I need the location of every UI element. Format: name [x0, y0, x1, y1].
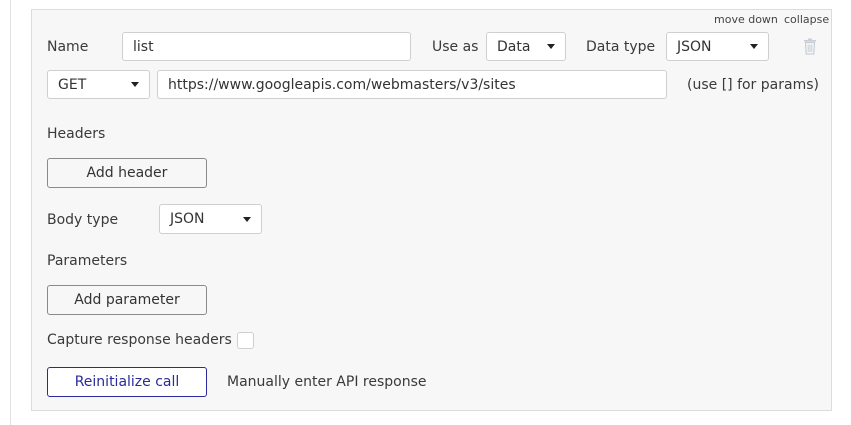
add-parameter-button[interactable]: Add parameter: [47, 285, 207, 315]
name-input-value: list: [133, 38, 154, 55]
reinitialize-call-label: Reinitialize call: [74, 374, 180, 390]
url-params-hint: (use [] for params): [687, 77, 819, 93]
use-as-value: Data: [497, 38, 531, 55]
add-header-label: Add header: [86, 165, 168, 181]
api-call-panel: move down collapse Name list Use as Data…: [31, 9, 832, 411]
method-value: GET: [58, 76, 87, 93]
chevron-down-icon: [243, 216, 251, 222]
body-type-select[interactable]: JSON: [159, 204, 262, 234]
data-type-label: Data type: [586, 39, 656, 55]
manual-response-link[interactable]: Manually enter API response: [227, 374, 426, 390]
capture-headers-checkbox[interactable]: [237, 332, 254, 349]
body-type-value: JSON: [170, 211, 205, 227]
chevron-down-icon: [131, 82, 139, 87]
url-input-value: https://www.googleapis.com/webmasters/v3…: [168, 76, 516, 93]
chevron-down-icon: [750, 44, 758, 49]
move-down-link[interactable]: move down: [714, 13, 778, 26]
trash-icon[interactable]: [803, 38, 817, 55]
use-as-label: Use as: [432, 39, 479, 55]
left-divider: [10, 0, 11, 425]
name-label: Name: [47, 39, 89, 55]
add-parameter-label: Add parameter: [74, 292, 180, 308]
add-header-button[interactable]: Add header: [47, 158, 207, 188]
name-input[interactable]: list: [122, 32, 411, 61]
data-type-select[interactable]: JSON: [666, 32, 769, 61]
chevron-down-icon: [547, 44, 555, 49]
headers-title: Headers: [47, 126, 106, 142]
capture-headers-label: Capture response headers: [47, 332, 232, 348]
data-type-value: JSON: [677, 38, 712, 55]
body-type-label: Body type: [47, 212, 119, 228]
method-select[interactable]: GET: [47, 70, 150, 99]
reinitialize-call-button[interactable]: Reinitialize call: [47, 367, 207, 397]
use-as-select[interactable]: Data: [486, 32, 566, 61]
parameters-title: Parameters: [47, 253, 128, 269]
collapse-link[interactable]: collapse: [784, 13, 829, 26]
url-input[interactable]: https://www.googleapis.com/webmasters/v3…: [157, 70, 667, 99]
